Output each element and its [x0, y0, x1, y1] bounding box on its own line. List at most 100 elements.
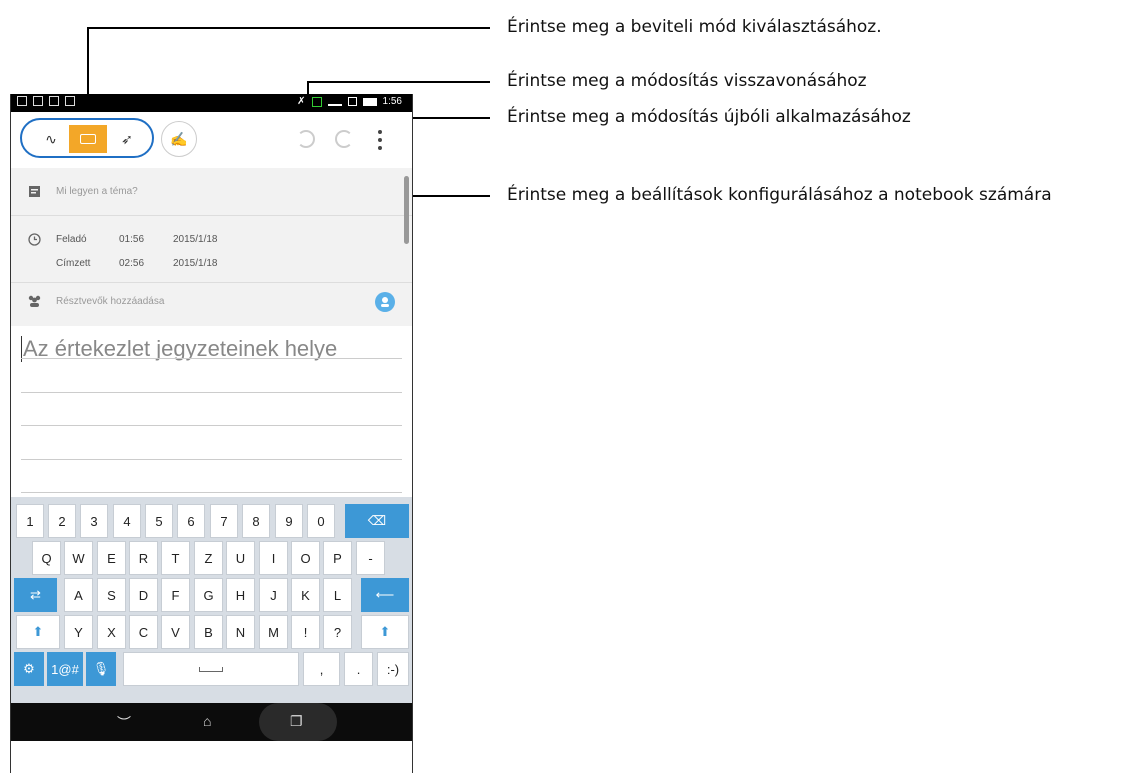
- status-right-icons: ✗ 1:56: [297, 96, 402, 107]
- key-q[interactable]: Q: [32, 541, 61, 575]
- scrollbar[interactable]: [404, 176, 409, 244]
- key-9[interactable]: 9: [275, 504, 303, 538]
- more-icon[interactable]: [377, 130, 383, 150]
- key-a[interactable]: A: [64, 578, 93, 612]
- key-u[interactable]: U: [226, 541, 255, 575]
- key-question[interactable]: ?: [323, 615, 352, 649]
- key-0[interactable]: 0: [307, 504, 335, 538]
- keyboard-row-qwertz: Q W E R T Z U I O P -: [11, 541, 412, 577]
- key-7[interactable]: 7: [210, 504, 238, 538]
- key-c[interactable]: C: [129, 615, 158, 649]
- key-j[interactable]: J: [259, 578, 288, 612]
- keyboard-status-icon: [33, 96, 43, 106]
- shift-key-right[interactable]: ⬆: [361, 615, 409, 649]
- tab-icon: ⇄: [30, 587, 41, 602]
- key-dash[interactable]: -: [356, 541, 385, 575]
- to-date[interactable]: 2015/1/18: [173, 258, 218, 269]
- enter-icon: ⟵: [375, 587, 395, 602]
- key-i[interactable]: I: [259, 541, 288, 575]
- divider: [11, 215, 412, 216]
- callout-line-input-h: [87, 27, 490, 29]
- key-t[interactable]: T: [161, 541, 190, 575]
- from-time[interactable]: 01:56: [119, 234, 144, 245]
- key-w[interactable]: W: [64, 541, 93, 575]
- from-label: Feladó: [56, 234, 87, 245]
- recents-icon[interactable]: ❐: [290, 713, 303, 730]
- participants-input[interactable]: Résztvevők hozzáadása: [56, 296, 164, 307]
- symbols-key[interactable]: 1@#: [47, 652, 83, 686]
- undo-icon[interactable]: [297, 130, 315, 148]
- back-icon[interactable]: ︶: [117, 713, 131, 733]
- key-g[interactable]: G: [194, 578, 223, 612]
- key-1[interactable]: 1: [16, 504, 44, 538]
- key-z[interactable]: Z: [194, 541, 223, 575]
- space-icon: [199, 666, 223, 672]
- from-date[interactable]: 2015/1/18: [173, 234, 218, 245]
- toolbar: ∿ ➶ ✍: [11, 112, 412, 168]
- shift-icon: ⬆: [379, 624, 391, 639]
- key-d[interactable]: D: [129, 578, 158, 612]
- key-3[interactable]: 3: [80, 504, 108, 538]
- signal-icon: [327, 97, 342, 106]
- pen-style-button[interactable]: ✍: [161, 121, 197, 157]
- key-2[interactable]: 2: [48, 504, 76, 538]
- notes-area[interactable]: Az értekezlet jegyzeteinek helye: [11, 326, 412, 506]
- to-time[interactable]: 02:56: [119, 258, 144, 269]
- keyboard-row-numbers: 1 2 3 4 5 6 7 8 9 0 ⌫: [11, 504, 412, 540]
- key-m[interactable]: M: [259, 615, 288, 649]
- key-k[interactable]: K: [291, 578, 320, 612]
- key-s[interactable]: S: [97, 578, 126, 612]
- battery-icon: [362, 97, 377, 106]
- key-r[interactable]: R: [129, 541, 158, 575]
- key-h[interactable]: H: [226, 578, 255, 612]
- settings-key[interactable]: ⚙: [14, 652, 44, 686]
- no-signal-icon: ✗: [297, 96, 306, 107]
- key-exclamation[interactable]: !: [291, 615, 320, 649]
- meeting-form: Mi legyen a téma? Feladó 01:56 2015/1/18…: [11, 168, 412, 326]
- sim-icon: [311, 96, 322, 107]
- key-period[interactable]: .: [344, 652, 373, 686]
- key-o[interactable]: O: [291, 541, 320, 575]
- keyboard-icon: [80, 134, 96, 144]
- space-key[interactable]: [123, 652, 299, 686]
- key-4[interactable]: 4: [113, 504, 141, 538]
- key-comma[interactable]: ,: [303, 652, 340, 686]
- calendar-status-icon: [17, 96, 27, 106]
- key-v[interactable]: V: [161, 615, 190, 649]
- divider: [11, 282, 412, 283]
- key-6[interactable]: 6: [177, 504, 205, 538]
- enter-key[interactable]: ⟵: [361, 578, 409, 612]
- key-l[interactable]: L: [323, 578, 352, 612]
- tab-key[interactable]: ⇄: [14, 578, 57, 612]
- key-p[interactable]: P: [323, 541, 352, 575]
- shift-icon: ⬆: [32, 624, 44, 639]
- key-5[interactable]: 5: [145, 504, 173, 538]
- shift-key-left[interactable]: ⬆: [16, 615, 60, 649]
- handwriting-mode-button[interactable]: ∿: [32, 125, 70, 153]
- keyboard-mode-button[interactable]: [69, 125, 107, 153]
- topic-input[interactable]: Mi legyen a téma?: [56, 186, 138, 197]
- backspace-key[interactable]: ⌫: [345, 504, 409, 538]
- add-participant-icon[interactable]: [375, 292, 395, 312]
- brush-mode-button[interactable]: ➶: [108, 125, 146, 153]
- key-e[interactable]: E: [97, 541, 126, 575]
- calendar-note-icon: [29, 186, 40, 197]
- key-8[interactable]: 8: [242, 504, 270, 538]
- window-status-icon: [65, 96, 75, 106]
- status-bar: ✗ 1:56: [11, 94, 412, 112]
- mic-key[interactable]: 🎙: [86, 652, 116, 686]
- keyboard-row-asdf: ⇄ A S D F G H J K L ⟵: [11, 578, 412, 614]
- smiley-key[interactable]: :-): [377, 652, 409, 686]
- key-y[interactable]: Y: [64, 615, 93, 649]
- file-status-icon: [49, 96, 59, 106]
- ruled-line: [21, 392, 402, 393]
- key-f[interactable]: F: [161, 578, 190, 612]
- key-n[interactable]: N: [226, 615, 255, 649]
- input-mode-selector[interactable]: ∿ ➶: [20, 118, 154, 158]
- home-icon[interactable]: ⌂: [203, 713, 211, 729]
- redo-icon[interactable]: [335, 130, 353, 148]
- key-x[interactable]: X: [97, 615, 126, 649]
- key-b[interactable]: B: [194, 615, 223, 649]
- backspace-icon: ⌫: [367, 513, 387, 528]
- clock-icon: [28, 233, 41, 246]
